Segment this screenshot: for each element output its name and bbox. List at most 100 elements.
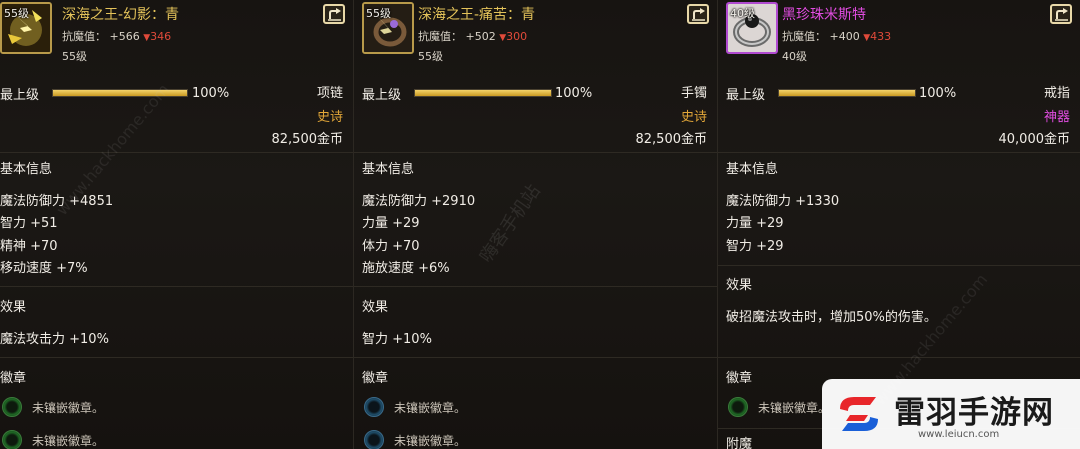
grade-percent: 100% [555,86,593,101]
level-badge: 55级 [4,7,29,20]
effect-title: 效果 [362,300,389,315]
site-logo[interactable]: 雷羽手游网 www.leiucn.com [822,379,1080,449]
effect-line: 智力 +10% [362,332,432,347]
resist-label: 抗魔值： [782,30,826,43]
effect-title: 效果 [0,300,27,315]
effect-line: 魔法攻击力 +10% [0,332,109,347]
item-name: 黑珍珠米斯特 [782,7,866,23]
pearl-ring-icon[interactable]: 40级 [726,2,778,54]
emblem-socket[interactable]: 未镶嵌徽章。 [364,430,466,449]
basic-info-title: 基本信息 [0,162,53,177]
stat-line: 精神 +70 [0,239,58,254]
emblem-socket[interactable]: 未镶嵌徽章。 [364,397,466,417]
magic-resist: 抗魔值： +502 ▼300 [418,28,527,44]
level-badge: 55级 [366,7,391,20]
share-icon [692,8,705,21]
basic-info-title: 基本信息 [362,162,415,177]
socket-icon [364,430,384,449]
price: 40,000金币 [998,132,1071,147]
resist-value: +502 [465,30,496,43]
enchant-title: 附魔 [726,437,753,449]
grade-percent: 100% [192,86,230,101]
socket-icon [2,397,22,417]
grade-bar-fill [779,90,915,96]
lightning-necklace-icon[interactable]: 55级 [0,2,52,54]
divider [354,286,717,287]
item-tooltip-bracelet: 55级 深海之王-痛苦：青 抗魔值： +502 ▼300 55级 最上级 100… [354,0,718,449]
stat-line: 魔法防御力 +1330 [726,194,840,209]
rarity: 神器 [1043,110,1070,125]
slot-type: 戒指 [1043,86,1070,101]
item-name: 深海之王-幻影：青 [62,7,180,23]
divider [0,152,353,153]
item-tooltip-necklace: 55级 深海之王-幻影：青 抗魔值： +566 ▼346 55级 最上级 100… [0,0,354,449]
socket-icon [364,397,384,417]
socket-text: 未镶嵌徽章。 [394,433,467,448]
price: 82,500金币 [271,132,344,147]
required-level: 40级 [782,50,807,63]
logo-title: 雷羽手游网 [894,395,1054,431]
grade-label: 最上级 [362,88,402,103]
share-icon [1055,8,1068,21]
stat-line: 力量 +29 [362,216,420,231]
stat-line: 移动速度 +7% [0,261,88,276]
rarity: 史诗 [316,110,343,125]
emblem-socket[interactable]: 未镶嵌徽章。 [728,397,830,417]
slot-type: 项链 [316,86,343,101]
stat-line: 魔法防御力 +2910 [362,194,476,209]
stat-line: 魔法防御力 +4851 [0,194,114,209]
emblem-socket[interactable]: 未镶嵌徽章。 [2,430,104,449]
emblem-title: 徽章 [726,371,753,386]
socket-icon [2,430,22,449]
grade-bar [52,89,188,97]
socket-text: 未镶嵌徽章。 [758,400,831,415]
required-level: 55级 [418,50,443,63]
stat-line: 力量 +29 [726,216,784,231]
price: 82,500金币 [635,132,708,147]
grade-label: 最上级 [0,88,40,103]
grade-bar-fill [415,90,551,96]
grade-bar-fill [53,90,187,96]
divider [0,357,353,358]
emblem-title: 徽章 [362,371,389,386]
grade-percent: 100% [919,86,957,101]
magic-resist: 抗魔值： +400 ▼433 [782,28,891,44]
resist-diff: 433 [870,30,892,43]
divider [718,265,1080,266]
resist-diff: 346 [150,30,172,43]
effect-title: 效果 [726,278,753,293]
socket-text: 未镶嵌徽章。 [32,433,105,448]
stat-line: 体力 +70 [362,239,420,254]
magic-resist: 抗魔值： +566 ▼346 [62,28,171,44]
stat-line: 施放速度 +6% [362,261,450,276]
resist-value: +400 [829,30,860,43]
level-badge: 40级 [730,7,755,20]
socket-text: 未镶嵌徽章。 [32,400,105,415]
share-button[interactable] [1050,4,1072,24]
divider [0,286,353,287]
lightning-bracelet-icon[interactable]: 55级 [362,2,414,54]
basic-info-title: 基本信息 [726,162,779,177]
slot-type: 手镯 [680,86,707,101]
grade-label: 最上级 [726,88,766,103]
resist-diff: 300 [506,30,528,43]
effect-line: 破招魔法攻击时，增加50%的伤害。 [726,310,937,325]
emblem-title: 徽章 [0,371,27,386]
logo-url: www.leiucn.com [918,429,1000,440]
share-icon [328,8,341,21]
divider [354,357,717,358]
divider [718,152,1080,153]
emblem-socket[interactable]: 未镶嵌徽章。 [2,397,104,417]
required-level: 55级 [62,50,87,63]
divider [354,152,717,153]
item-name: 深海之王-痛苦：青 [418,7,536,23]
logo-mark-icon [840,397,878,431]
stat-line: 智力 +51 [0,216,58,231]
share-button[interactable] [323,4,345,24]
grade-bar [414,89,552,97]
resist-value: +566 [109,30,140,43]
divider [718,357,1080,358]
watermark: 嗨客手机站 [475,180,545,267]
share-button[interactable] [687,4,709,24]
resist-label: 抗魔值： [62,30,106,43]
